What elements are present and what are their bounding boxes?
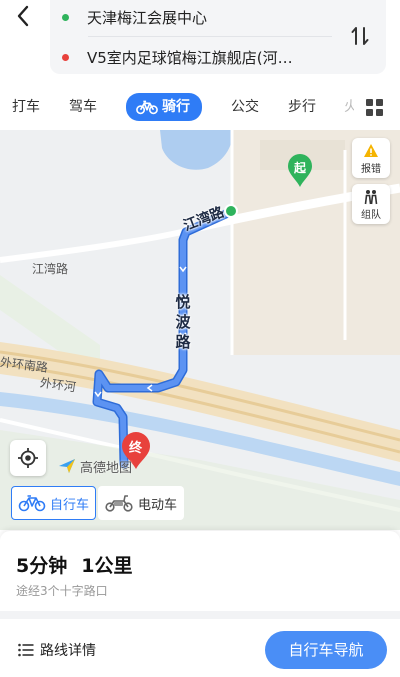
locate-button[interactable] — [10, 440, 46, 476]
amap-logo-text: 高德地图 — [80, 460, 133, 476]
start-point-text: 天津梅江会展中心 — [87, 8, 208, 27]
tab-cycling-label: 骑行 — [162, 99, 190, 115]
tab-train[interactable]: 火 — [344, 94, 354, 120]
e-bike-icon — [105, 495, 133, 512]
locate-crosshair-icon — [18, 448, 38, 468]
end-point-field[interactable]: V5室内足球馆梅江旗舰店(河… — [62, 43, 327, 71]
end-marker-label: 终 — [129, 441, 143, 456]
bicycle-icon — [18, 495, 46, 512]
warning-icon — [364, 144, 378, 157]
tab-walk[interactable]: 步行 — [288, 94, 316, 120]
tab-drive[interactable]: 驾车 — [69, 94, 97, 120]
e-bike-option[interactable]: 电动车 — [98, 486, 184, 520]
top-bar: 天津梅江会展中心 V5室内足球馆梅江旗舰店(河… — [0, 0, 400, 86]
map-view[interactable]: 起 终 江湾路 江湾路 悦波路 外环南路 外环河 报错 组队 高德地图 自行车 … — [0, 130, 400, 530]
route-input-box: 天津梅江会展中心 V5室内足球馆梅江旗舰店(河… — [50, 0, 386, 74]
bike-icon — [136, 100, 158, 115]
e-bike-option-label: 电动车 — [138, 497, 178, 513]
team-icon — [364, 190, 378, 205]
back-arrow-icon[interactable] — [12, 4, 36, 28]
bicycle-option-label: 自行车 — [50, 497, 90, 513]
tab-cycling[interactable]: 骑行 — [126, 93, 202, 121]
team-label: 组队 — [361, 210, 381, 221]
start-navigation-button[interactable]: 自行车导航 — [265, 631, 387, 669]
report-error-label: 报错 — [361, 164, 381, 175]
amap-logo: 高德地图 — [58, 456, 132, 476]
list-icon — [18, 643, 34, 657]
swap-route-icon[interactable] — [348, 24, 372, 48]
route-distance: 1公里 — [81, 555, 133, 577]
road-label-yuebo: 悦波路 — [175, 293, 191, 351]
end-dot-icon — [62, 53, 69, 61]
tab-transit[interactable]: 公交 — [231, 94, 259, 120]
route-subtitle: 途经3个十字路口 — [16, 584, 108, 598]
route-summary: 5分钟 1公里 — [16, 551, 132, 578]
bicycle-option[interactable]: 自行车 — [11, 486, 96, 520]
route-duration: 5分钟 — [16, 555, 68, 577]
route-details-label: 路线详情 — [40, 643, 96, 659]
route-details-button[interactable]: 路线详情 — [18, 640, 96, 660]
road-label-jiangwan-left: 江湾路 — [32, 262, 69, 276]
tab-taxi[interactable]: 打车 — [12, 94, 40, 120]
amap-logo-icon — [59, 459, 75, 473]
more-modes-grid-icon[interactable] — [366, 99, 384, 117]
route-divider — [88, 36, 332, 37]
start-marker-label: 起 — [294, 161, 307, 175]
team-button[interactable]: 组队 — [352, 184, 390, 224]
start-dot-icon — [62, 13, 69, 21]
sheet-divider — [0, 611, 400, 619]
report-error-button[interactable]: 报错 — [352, 138, 390, 178]
start-point-field[interactable]: 天津梅江会展中心 — [62, 3, 207, 31]
route-summary-sheet: 5分钟 1公里 途经3个十字路口 路线详情 自行车导航 — [0, 531, 400, 677]
end-point-text: V5室内足球馆梅江旗舰店(河… — [87, 48, 293, 67]
travel-mode-tabs: 打车 驾车 骑行 公交 步行 火 — [0, 88, 400, 126]
